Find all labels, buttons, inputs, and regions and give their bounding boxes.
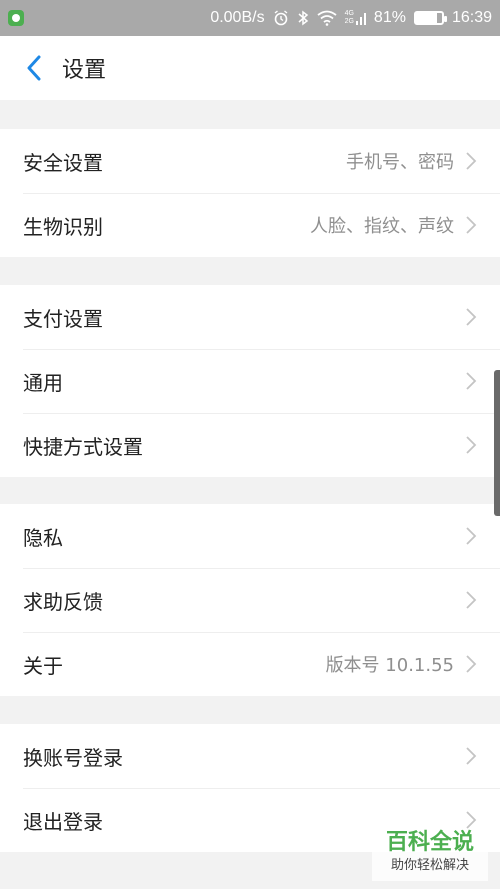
settings-item-payment[interactable]: 支付设置: [0, 285, 500, 349]
settings-item-shortcuts[interactable]: 快捷方式设置: [0, 413, 500, 477]
settings-item-label: 求助反馈: [23, 589, 103, 614]
watermark-subtitle: 助你轻松解决: [390, 858, 469, 873]
settings-item-value: 手机号、密码: [346, 152, 454, 173]
back-chevron-icon: [27, 55, 41, 81]
status-bar: 0.00B/s 4G 2G 81% 16:39: [0, 0, 500, 36]
network-speed: 0.00B/s: [210, 9, 265, 26]
chevron-right-icon: [466, 811, 477, 829]
chevron-right-icon: [466, 591, 477, 609]
signal-icon: 4G 2G: [345, 10, 366, 26]
chevron-right-icon: [466, 747, 477, 765]
battery-percent: 81%: [373, 9, 406, 26]
settings-item-label: 关于: [23, 653, 63, 678]
chevron-right-icon: [466, 216, 477, 234]
chevron-right-icon: [466, 152, 477, 170]
settings-group-about: 隐私 求助反馈 关于 版本号 10.1.55: [0, 504, 500, 696]
settings-item-label: 隐私: [23, 525, 63, 550]
clock: 16:39: [451, 9, 492, 26]
settings-group-general: 支付设置 通用 快捷方式设置: [0, 285, 500, 477]
bluetooth-icon: [298, 10, 308, 26]
settings-item-switch-account[interactable]: 换账号登录: [0, 724, 500, 788]
settings-item-general[interactable]: 通用: [0, 349, 500, 413]
settings-item-label: 安全设置: [23, 150, 103, 175]
settings-item-feedback[interactable]: 求助反馈: [0, 568, 500, 632]
watermark-logo: 百科全说 助你轻松解决: [372, 829, 488, 881]
app-notification-icon: [8, 10, 24, 26]
settings-item-value: 人脸、指纹、声纹: [310, 216, 454, 237]
chevron-right-icon: [466, 655, 477, 673]
wifi-icon: [317, 10, 337, 26]
battery-level: [415, 13, 437, 23]
settings-item-privacy[interactable]: 隐私: [0, 504, 500, 568]
settings-item-label: 支付设置: [23, 306, 103, 331]
app-version: 版本号 10.1.55: [325, 655, 454, 676]
network-type-bottom: 2G: [344, 18, 354, 25]
scrollbar-thumb[interactable]: [494, 370, 500, 516]
watermark-title: 百科全说: [385, 830, 474, 855]
chevron-right-icon: [466, 372, 477, 390]
settings-group-account: 安全设置 手机号、密码 生物识别 人脸、指纹、声纹: [0, 129, 500, 257]
settings-item-biometrics[interactable]: 生物识别 人脸、指纹、声纹: [0, 193, 500, 257]
settings-item-security[interactable]: 安全设置 手机号、密码: [0, 129, 500, 193]
settings-item-label: 退出登录: [23, 809, 103, 834]
settings-item-about[interactable]: 关于 版本号 10.1.55: [0, 632, 500, 696]
app-header: 设置: [0, 36, 500, 100]
settings-item-label: 生物识别: [23, 214, 103, 239]
settings-item-label: 通用: [23, 370, 63, 395]
chevron-right-icon: [466, 436, 477, 454]
settings-item-label: 快捷方式设置: [23, 434, 143, 459]
network-type-top: 4G: [344, 10, 354, 17]
chevron-right-icon: [466, 308, 477, 326]
alarm-icon: [274, 10, 288, 26]
battery-icon: [413, 11, 447, 25]
chevron-right-icon: [466, 527, 477, 545]
page-title: 设置: [62, 58, 107, 83]
back-button[interactable]: [14, 48, 54, 88]
settings-item-label: 换账号登录: [23, 745, 123, 770]
